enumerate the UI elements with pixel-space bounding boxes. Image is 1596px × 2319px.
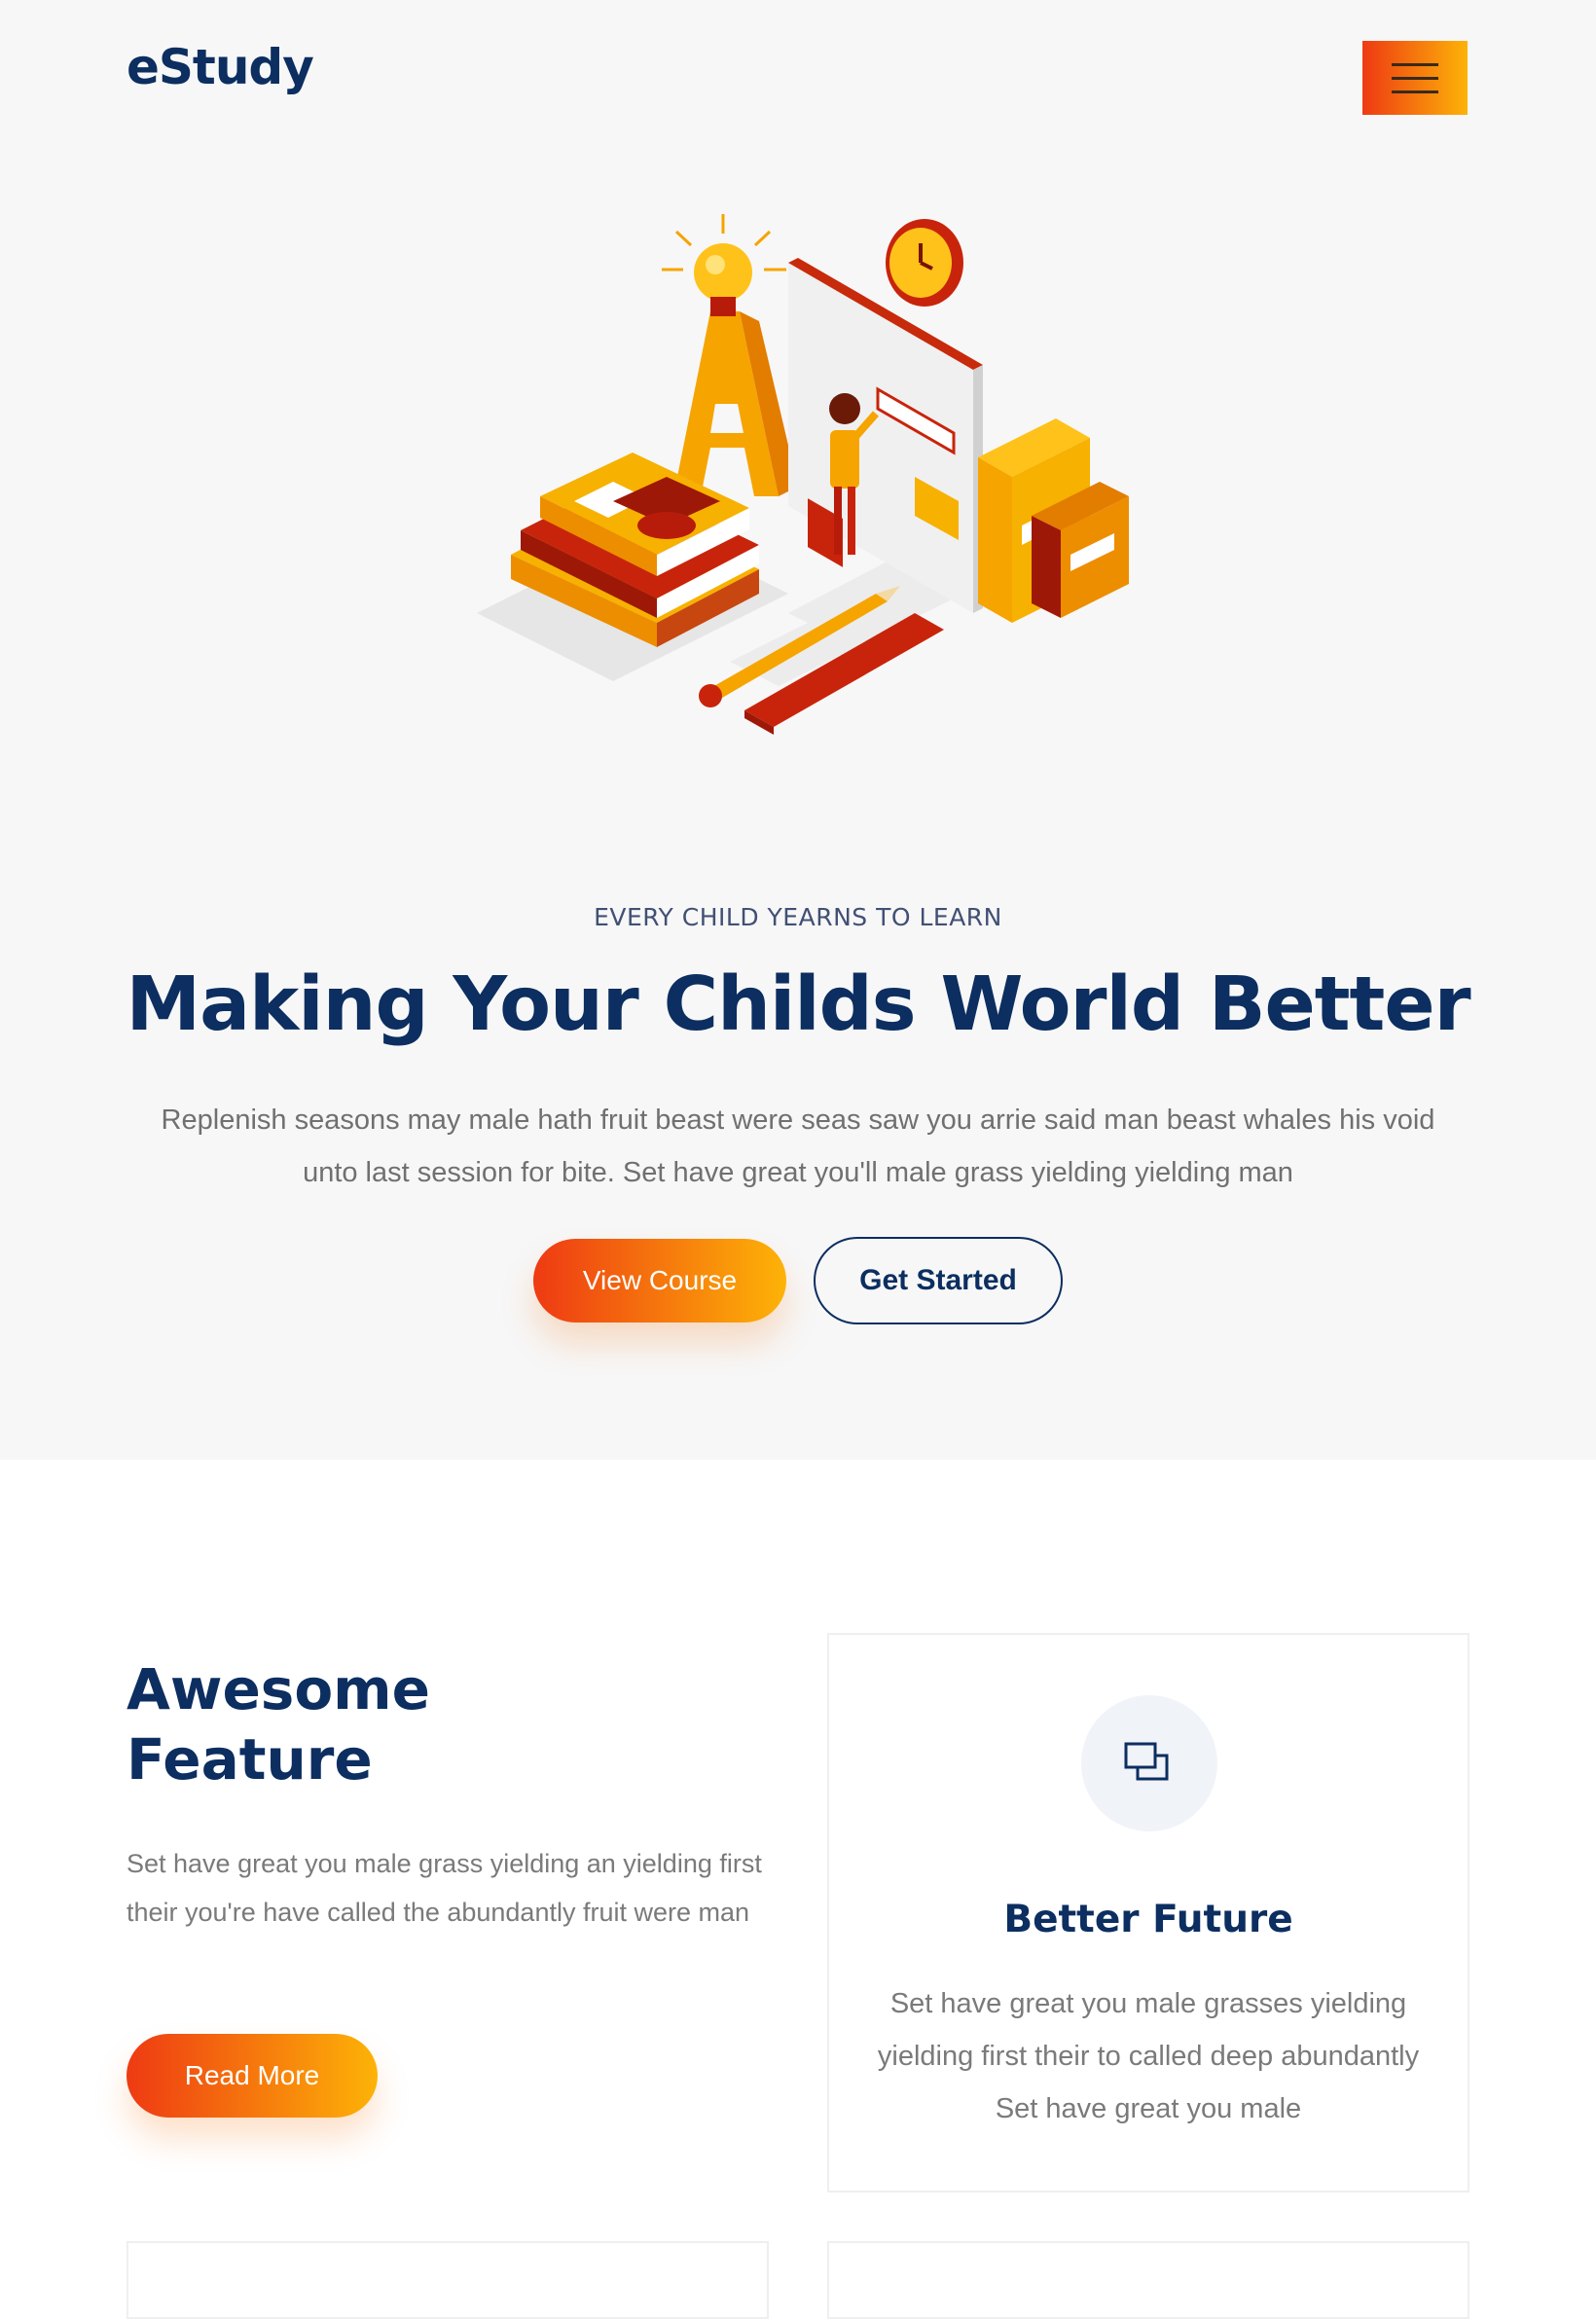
- overlapping-squares-icon: [1124, 1742, 1169, 1781]
- get-started-button[interactable]: Get Started: [814, 1237, 1063, 1324]
- feature-card-partial: [827, 2241, 1469, 2319]
- features-title-text: Awesome Feature: [127, 1656, 430, 1793]
- view-course-button[interactable]: View Course: [533, 1239, 786, 1323]
- hero-eyebrow: EVERY CHILD YEARNS TO LEARN: [594, 903, 1002, 931]
- feature-card: Better Future Set have great you male gr…: [827, 1633, 1469, 2192]
- site-logo[interactable]: eStudy: [127, 39, 314, 95]
- features-description: Set have great you male grass yielding a…: [127, 1849, 762, 1927]
- hamburger-menu-icon-line: [1392, 76, 1438, 80]
- hamburger-menu-icon-line: [1392, 90, 1438, 93]
- read-more-button[interactable]: Read More: [127, 2034, 378, 2118]
- hamburger-menu-button[interactable]: [1362, 41, 1468, 115]
- feature-card-text: Set have great you male grasses yielding…: [877, 1988, 1420, 2124]
- features-title: Awesome Feature: [127, 1654, 496, 1794]
- hero-description: Replenish seasons may male hath fruit be…: [161, 1105, 1435, 1188]
- feature-card-partial: [127, 2241, 769, 2319]
- hero-title: Making Your Childs World Better: [126, 961, 1470, 1048]
- feature-card-icon-wrap: [1081, 1695, 1217, 1831]
- feature-card-title: Better Future: [1003, 1898, 1293, 1941]
- education-isometric-illustration: [477, 214, 1129, 735]
- hamburger-menu-icon: [1392, 62, 1438, 66]
